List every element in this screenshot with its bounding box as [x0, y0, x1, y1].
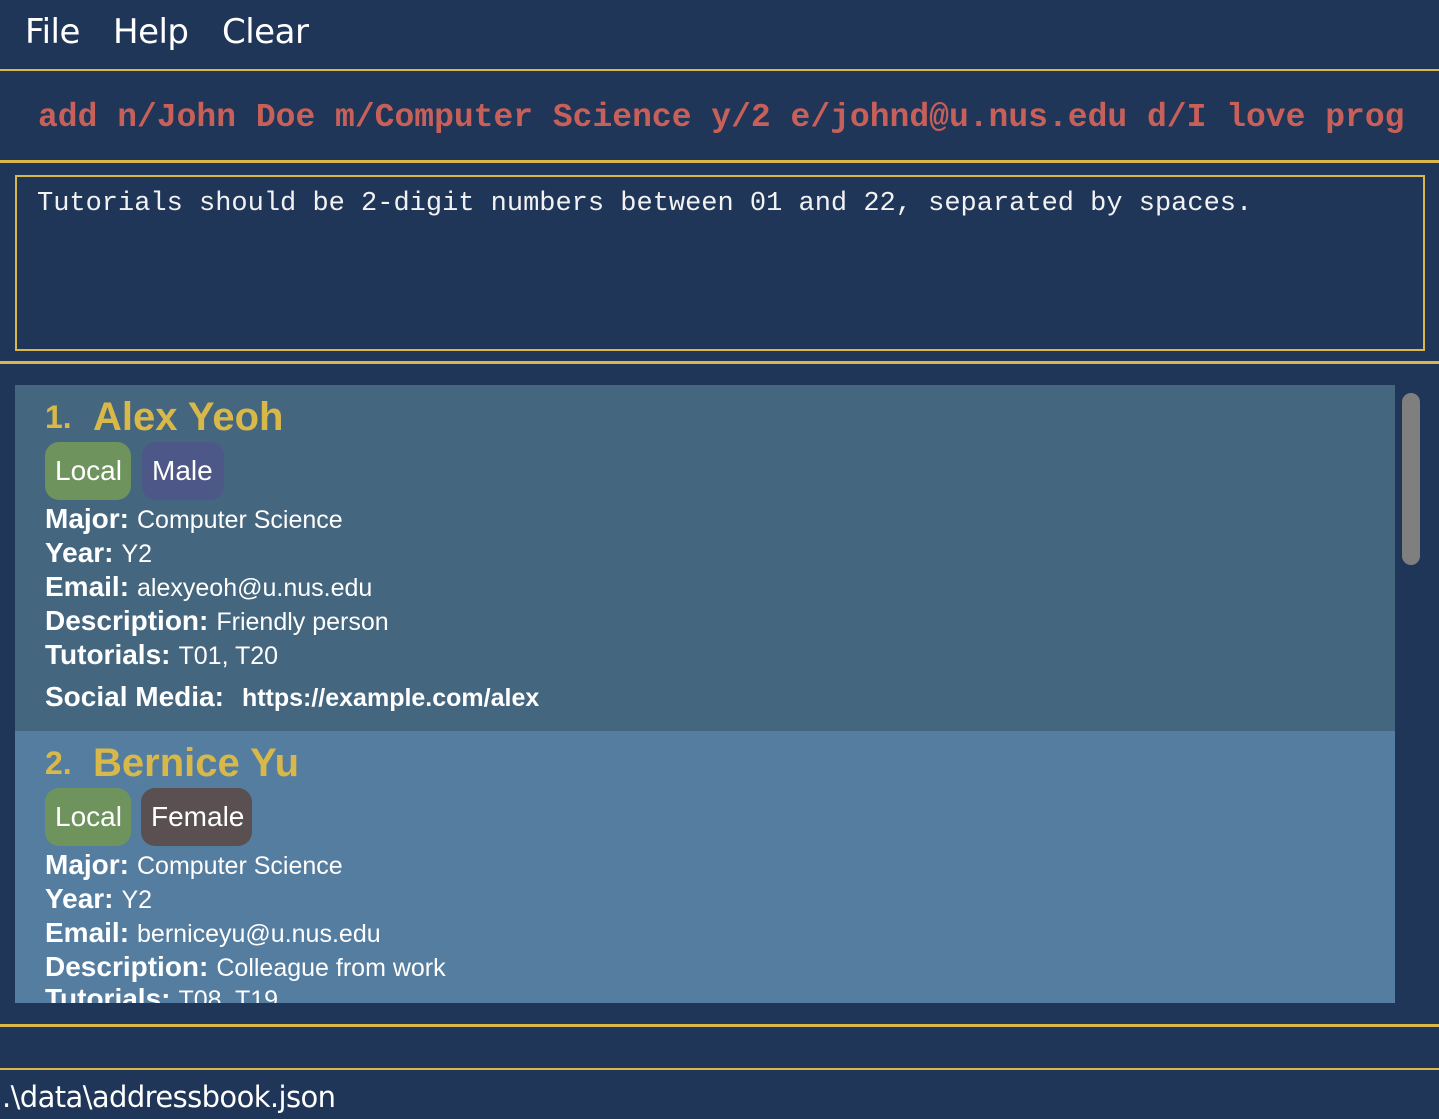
major-value: Computer Science — [137, 852, 343, 880]
result-display[interactable]: Tutorials should be 2-digit numbers betw… — [15, 175, 1425, 351]
person-card[interactable]: 2. Bernice Yu Local Female Major: Compute… — [15, 731, 1395, 1003]
email-field: Email: alexyeoh@u.nus.edu — [45, 571, 372, 603]
tutorials-label: Tutorials: — [45, 639, 171, 670]
description-label: Description: — [45, 605, 209, 636]
person-list[interactable]: 1. Alex Yeoh Local Male Major: Computer S… — [15, 385, 1395, 1003]
divider — [0, 1068, 1439, 1070]
social-media-field: Social Media: https://example.com/alex — [45, 681, 539, 713]
divider — [0, 1024, 1439, 1027]
tutorials-field: Tutorials: T01, T20 — [45, 639, 278, 671]
email-label: Email: — [45, 917, 130, 948]
menu-file[interactable]: File — [25, 12, 80, 52]
description-label: Description: — [45, 951, 209, 982]
menu-help[interactable]: Help — [113, 12, 189, 52]
tutorials-value: T01, T20 — [178, 642, 279, 670]
major-value: Computer Science — [137, 506, 343, 534]
save-location: .\data\addressbook.json — [2, 1080, 336, 1114]
social-media-link[interactable]: https://example.com/alex — [242, 684, 539, 712]
social-media-label: Social Media: — [45, 681, 224, 712]
description-value: Colleague from work — [216, 954, 446, 982]
description-field: Description: Friendly person — [45, 605, 389, 637]
year-value: Y2 — [121, 540, 153, 568]
menu-clear[interactable]: Clear — [222, 12, 309, 52]
tutorials-label: Tutorials: — [45, 983, 171, 1003]
person-index: 2. — [45, 745, 72, 781]
person-name: Bernice Yu — [93, 741, 300, 785]
command-input[interactable] — [38, 92, 1404, 142]
year-value: Y2 — [121, 886, 153, 914]
tag-local: Local — [45, 442, 131, 500]
email-label: Email: — [45, 571, 130, 602]
person-card[interactable]: 1. Alex Yeoh Local Male Major: Computer S… — [15, 385, 1395, 731]
tag-gender: Male — [142, 442, 224, 500]
person-name: Alex Yeoh — [93, 395, 284, 439]
result-message: Tutorials should be 2-digit numbers betw… — [37, 189, 1253, 219]
year-label: Year: — [45, 883, 114, 914]
email-value: berniceyu@u.nus.edu — [137, 920, 381, 948]
major-label: Major: — [45, 849, 129, 880]
year-field: Year: Y2 — [45, 883, 152, 915]
menu-bar: File Help Clear — [0, 0, 1439, 68]
person-index: 1. — [45, 399, 72, 435]
email-field: Email: berniceyu@u.nus.edu — [45, 917, 381, 949]
tag-local: Local — [45, 788, 131, 846]
major-field: Major: Computer Science — [45, 503, 343, 535]
email-value: alexyeoh@u.nus.edu — [137, 574, 373, 602]
year-label: Year: — [45, 537, 114, 568]
divider — [0, 361, 1439, 364]
major-label: Major: — [45, 503, 129, 534]
divider — [0, 69, 1439, 71]
tag-gender: Female — [141, 788, 252, 846]
divider — [0, 160, 1439, 163]
tutorials-field: Tutorials: T08, T19 — [45, 983, 278, 1003]
year-field: Year: Y2 — [45, 537, 152, 569]
major-field: Major: Computer Science — [45, 849, 343, 881]
description-field: Description: Colleague from work — [45, 951, 446, 983]
description-value: Friendly person — [216, 608, 389, 636]
scrollbar-thumb[interactable] — [1402, 393, 1420, 565]
tutorials-value: T08, T19 — [178, 986, 279, 1003]
